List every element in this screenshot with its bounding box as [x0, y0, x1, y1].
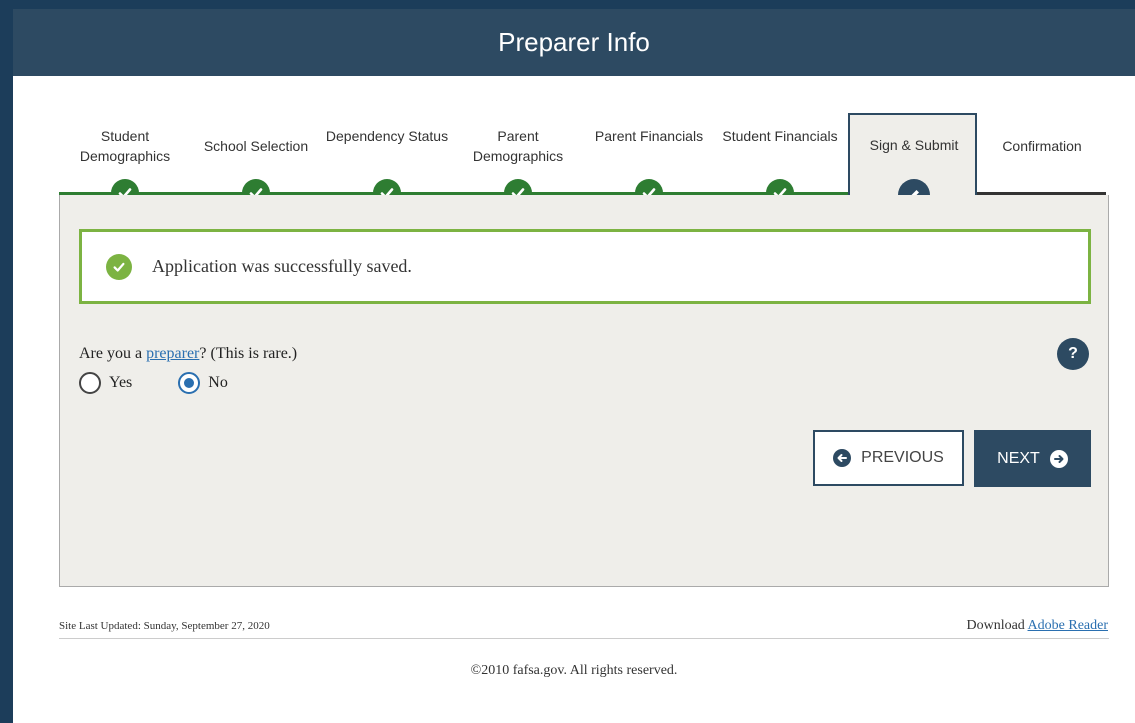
success-alert: Application was successfully saved. — [79, 229, 1091, 304]
alert-message: Application was successfully saved. — [152, 256, 412, 276]
previous-label: PREVIOUS — [861, 449, 944, 466]
footer-divider — [59, 638, 1109, 639]
download-prefix: Download — [966, 618, 1025, 633]
yes-radio[interactable] — [79, 372, 101, 394]
previous-button[interactable]: PREVIOUS — [813, 430, 964, 486]
preparer-question: Are you a preparer? (This is rare.) — [79, 345, 297, 363]
page: Preparer Info Student Demographics Schoo… — [13, 9, 1135, 723]
arrow-left-circle-icon — [833, 449, 852, 467]
step-confirmation: Confirmation — [1002, 138, 1082, 154]
step-student-demographics[interactable]: Student Demographics — [60, 126, 190, 166]
step-sign-submit[interactable]: Sign & Submit — [848, 113, 977, 211]
download-reader: Download Adobe Reader — [966, 618, 1108, 634]
no-label[interactable]: No — [208, 374, 228, 392]
step-parent-demographics[interactable]: Parent Demographics — [453, 126, 583, 166]
arrow-right-circle-icon — [1049, 449, 1068, 468]
next-label: NEXT — [997, 449, 1040, 467]
step-sign-submit-label: Sign & Submit — [869, 137, 959, 153]
preparer-link[interactable]: preparer — [146, 345, 199, 362]
copyright-text: ©2010 fafsa.gov. All rights reserved. — [470, 663, 678, 678]
adobe-reader-link[interactable]: Adobe Reader — [1028, 618, 1108, 633]
check-circle-icon — [106, 253, 132, 280]
next-button[interactable]: NEXT — [974, 430, 1091, 487]
step-dependency-status[interactable]: Dependency Status — [322, 126, 452, 146]
step-parent-financials[interactable]: Parent Financials — [584, 126, 714, 146]
step-school-selection[interactable]: School Selection — [191, 136, 321, 156]
no-radio[interactable] — [178, 372, 201, 394]
question-suffix: ? (This is rare.) — [199, 345, 298, 362]
preparer-radio-group: Yes No — [79, 372, 228, 394]
form-panel: Application was successfully saved. Are … — [59, 195, 1109, 587]
page-header: Preparer Info — [13, 9, 1135, 76]
site-updated-text: Site Last Updated: Sunday, September 27,… — [59, 620, 270, 632]
help-icon[interactable]: ? — [1057, 338, 1089, 370]
question-prefix: Are you a — [79, 345, 143, 362]
progress-steps: Student Demographics School Selection De… — [13, 76, 1135, 211]
page-title: Preparer Info — [498, 27, 650, 57]
yes-label[interactable]: Yes — [109, 374, 132, 392]
step-student-financials[interactable]: Student Financials — [715, 126, 845, 146]
